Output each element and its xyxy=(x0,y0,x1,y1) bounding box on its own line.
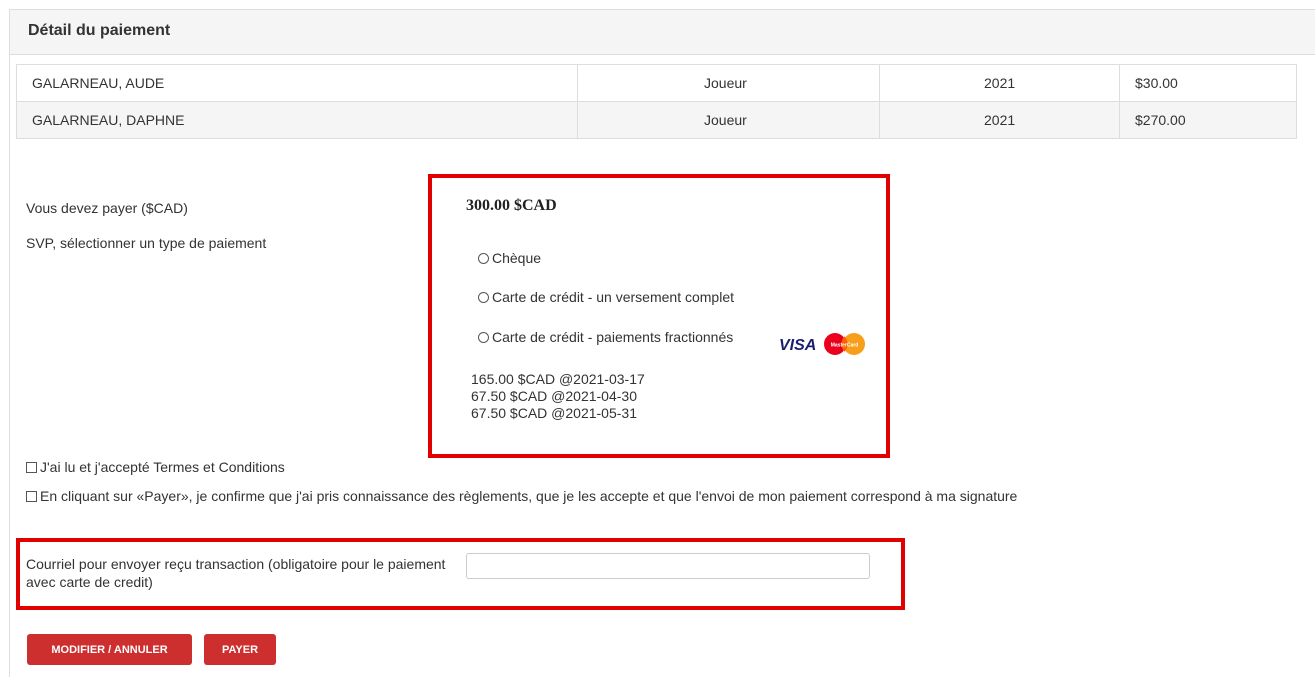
item-year: 2021 xyxy=(984,75,1016,91)
payment-type-label: SVP, sélectionner un type de paiement xyxy=(26,235,267,251)
mastercard-logo: MasterCard xyxy=(824,333,865,355)
confirm-agreement[interactable]: En cliquant sur «Payer», je confirme que… xyxy=(26,488,1017,504)
pay-button[interactable]: PAYER xyxy=(204,634,276,665)
installment-schedule: 165.00 $CAD @2021-03-17 67.50 $CAD @2021… xyxy=(471,371,645,422)
item-role: Joueur xyxy=(704,75,747,91)
option-label: Chèque xyxy=(492,250,542,266)
option-label: Carte de crédit - un versement complet xyxy=(492,289,734,305)
installment-line: 67.50 $CAD @2021-04-30 xyxy=(471,388,637,404)
option-credit-full[interactable]: Carte de crédit - un versement complet xyxy=(478,289,734,305)
table-row: GALARNEAU, AUDE Joueur 2021 $30.00 xyxy=(16,64,1297,102)
radio-cheque[interactable] xyxy=(478,252,489,264)
option-label: Carte de crédit - paiements fractionnés xyxy=(492,329,734,345)
item-name: GALARNEAU, AUDE xyxy=(16,64,578,102)
installment-line: 67.50 $CAD @2021-05-31 xyxy=(471,405,637,421)
payment-items-table: GALARNEAU, AUDE Joueur 2021 $30.00 GALAR… xyxy=(16,64,1297,139)
panel-header: Détail du paiement xyxy=(10,10,1315,55)
installment-line: 165.00 $CAD @2021-03-17 xyxy=(471,371,645,387)
visa-logo: VISA xyxy=(779,337,816,354)
modify-cancel-button[interactable]: MODIFIER / ANNULER xyxy=(27,634,192,665)
amount-due-label: Vous devez payer ($CAD) xyxy=(26,200,188,216)
item-amount: $30.00 xyxy=(1135,75,1178,91)
mastercard-logo-text: MasterCard xyxy=(831,343,859,349)
radio-credit-installments[interactable] xyxy=(478,331,489,343)
email-label: Courriel pour envoyer reçu transaction (… xyxy=(26,556,446,590)
item-year: 2021 xyxy=(984,112,1016,128)
radio-credit-full[interactable] xyxy=(478,291,489,303)
card-logos: VISA MasterCard xyxy=(779,333,865,355)
option-cheque[interactable]: Chèque xyxy=(478,250,541,266)
item-role: Joueur xyxy=(704,112,747,128)
terms-label: J'ai lu et j'accepté Termes et Condition… xyxy=(40,459,285,475)
terms-agreement[interactable]: J'ai lu et j'accepté Termes et Condition… xyxy=(26,459,285,475)
item-name: GALARNEAU, DAPHNE xyxy=(16,101,578,139)
item-amount: $270.00 xyxy=(1135,112,1186,128)
terms-checkbox[interactable] xyxy=(26,461,37,473)
email-input[interactable] xyxy=(466,553,870,579)
amount-due-value: 300.00 $CAD xyxy=(466,197,557,214)
panel-title: Détail du paiement xyxy=(28,22,171,39)
confirm-label: En cliquant sur «Payer», je confirme que… xyxy=(40,488,1018,504)
table-row: GALARNEAU, DAPHNE Joueur 2021 $270.00 xyxy=(16,101,1297,139)
confirm-checkbox[interactable] xyxy=(26,490,37,502)
option-credit-installments[interactable]: Carte de crédit - paiements fractionnés xyxy=(478,329,733,345)
